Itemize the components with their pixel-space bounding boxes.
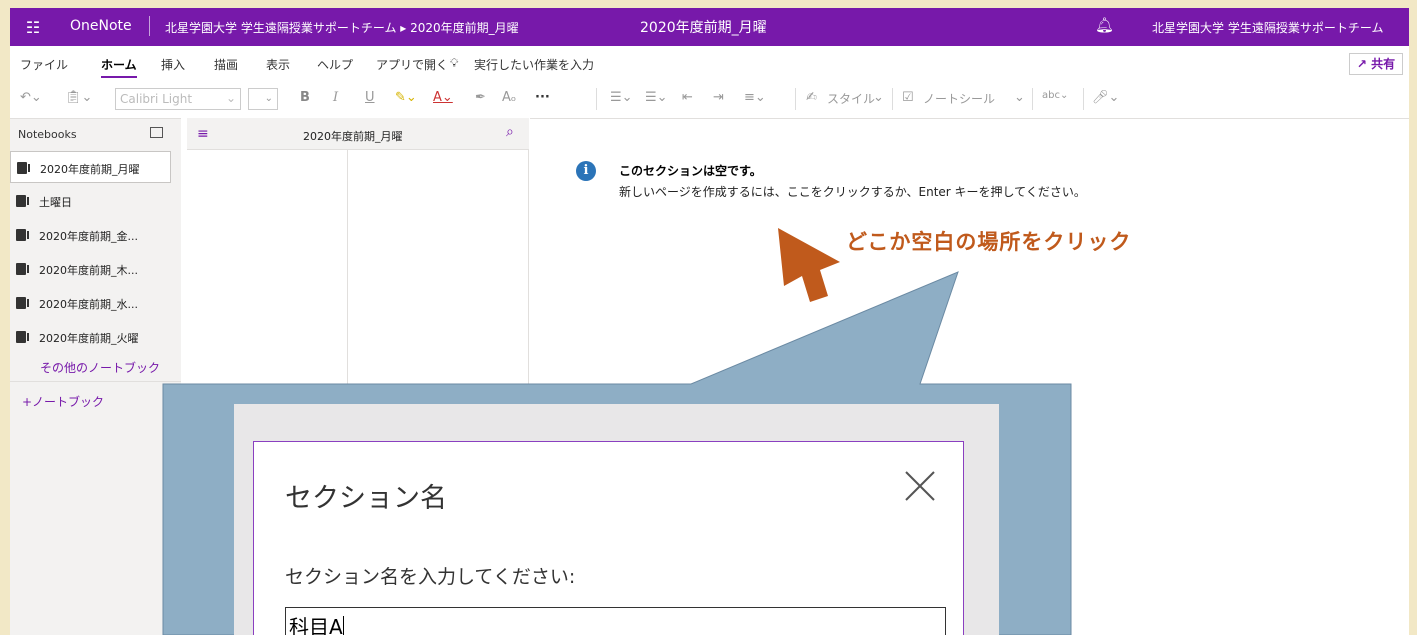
notebooks-header: Notebooks [18, 128, 77, 141]
styles-button[interactable]: スタイル [827, 90, 875, 107]
font-color-icon[interactable]: A⌄ [433, 90, 453, 105]
empty-section-title: このセクションは空です。 [619, 164, 762, 178]
more-notebooks-link[interactable]: その他のノートブック [40, 359, 160, 376]
lightbulb-icon: 💡︎ [450, 56, 459, 70]
search-icon[interactable]: ⌕ [506, 124, 514, 140]
notebook-item[interactable]: 2020年度前期_木... [10, 253, 171, 285]
tell-me-search[interactable]: 実行したい作業を入力 [474, 56, 594, 73]
collapse-pane-icon[interactable] [150, 127, 163, 138]
notebook-label: 土曜日 [39, 196, 72, 209]
align-icon[interactable]: ≡⌄ [744, 90, 766, 105]
notification-bell-icon[interactable]: 🔔︎ [1095, 16, 1114, 34]
tab-insert[interactable]: 挿入 [161, 56, 185, 73]
notebooks-pane: Notebooks 2020年度前期_月曜 土曜日 2020年度前期_金... … [10, 118, 181, 635]
user-name[interactable]: 北星学園大学 学生遠隔授業サポートチーム [1152, 19, 1383, 36]
close-icon[interactable] [902, 468, 938, 504]
clear-format-icon[interactable]: Aₒ [502, 90, 516, 105]
tab-file[interactable]: ファイル [20, 56, 68, 73]
decrease-indent-icon[interactable]: ⇤ [682, 90, 693, 105]
tab-draw[interactable]: 描画 [214, 56, 238, 73]
callout-text: どこか空白の場所をクリック [846, 230, 1132, 254]
tags-button[interactable]: ノートシール [923, 90, 995, 107]
notebook-label: 2020年度前期_月曜 [40, 163, 140, 176]
styles-icon: ✍ [806, 90, 817, 105]
share-icon: ↗ [1356, 57, 1367, 71]
document-title: 2020年度前期_月曜 [640, 20, 767, 36]
notebook-item[interactable]: 2020年度前期_月曜 [10, 151, 171, 183]
toolbar-divider [795, 88, 796, 110]
app-name[interactable]: OneNote [70, 18, 132, 34]
share-label: 共有 [1371, 57, 1396, 71]
notebook-icon [16, 297, 29, 309]
app-launcher-icon[interactable]: ☷ [24, 18, 42, 37]
dictate-icon[interactable]: 🎤︎⌄ [1092, 90, 1119, 105]
undo-icon[interactable]: ↶⌄ [20, 90, 42, 105]
highlight-icon[interactable]: ✎⌄ [395, 90, 417, 105]
section-name-value: 科目A [289, 615, 343, 635]
clipboard-icon[interactable]: 📋︎⌄ [65, 90, 92, 105]
notebook-label: 2020年度前期_金... [39, 230, 138, 243]
more-button[interactable]: ··· [535, 90, 550, 105]
notebook-icon [16, 195, 29, 207]
empty-section-message[interactable]: 新しいページを作成するには、ここをクリックするか、Enter キーを押してくださ… [619, 183, 1086, 200]
info-icon: i [576, 161, 596, 181]
chevron-down-icon: ⌄ [264, 93, 273, 104]
font-size-select[interactable]: ⌄ [248, 88, 278, 110]
font-name-select[interactable]: Calibri Light ⌄ [115, 88, 241, 110]
bold-button[interactable]: B [300, 90, 310, 105]
section-name-dialog: セクション名 セクション名を入力してください: 科目A [253, 441, 964, 635]
add-notebook-button[interactable]: +ノートブック [10, 381, 181, 410]
open-in-app-link[interactable]: アプリで開く [376, 56, 448, 73]
toolbar-divider [1032, 88, 1033, 110]
numbering-icon[interactable]: ☰⌄ [645, 90, 668, 105]
toolbar-divider [1083, 88, 1084, 110]
chevron-down-icon: ⌄ [225, 91, 236, 105]
title-bar: ☷ OneNote 北星学園大学 学生遠隔授業サポートチーム ▸ 2020年度前… [10, 8, 1409, 46]
ribbon-toolbar: ↶⌄ 📋︎⌄ Calibri Light ⌄ ⌄ B I U ✎⌄ A⌄ ✒ A… [10, 84, 1409, 114]
tab-home[interactable]: ホーム [101, 56, 137, 78]
format-painter-icon[interactable]: ✒ [475, 90, 486, 105]
italic-button[interactable]: I [333, 90, 338, 105]
notebook-item[interactable]: 土曜日 [10, 185, 171, 217]
spelling-icon[interactable]: abc⌄ [1042, 90, 1068, 101]
menu-icon[interactable]: ≡ [197, 126, 209, 142]
bullets-icon[interactable]: ☰⌄ [610, 90, 633, 105]
section-list-header: ≡ 2020年度前期_月曜 ⌕ [187, 118, 529, 150]
toolbar-divider [596, 88, 597, 110]
underline-button[interactable]: U [365, 90, 375, 105]
tab-view[interactable]: 表示 [266, 56, 290, 73]
notebook-label: 2020年度前期_木... [39, 264, 138, 277]
section-list-title: 2020年度前期_月曜 [303, 130, 403, 143]
section-name-input[interactable]: 科目A [285, 607, 946, 635]
notebook-icon [16, 229, 29, 241]
notebook-label: 2020年度前期_火曜 [39, 332, 139, 345]
ribbon-tabs: ファイル ホーム 挿入 描画 表示 ヘルプ アプリで開く 💡︎ 実行したい作業を… [10, 52, 1409, 78]
toolbar-divider [892, 88, 893, 110]
share-button[interactable]: ↗ 共有 [1349, 53, 1403, 75]
tab-help[interactable]: ヘルプ [317, 56, 353, 73]
notebook-label: 2020年度前期_水... [39, 298, 138, 311]
notebook-item[interactable]: 2020年度前期_水... [10, 287, 171, 319]
notebook-icon [16, 263, 29, 275]
text-caret [342, 616, 344, 635]
chevron-down-icon[interactable]: ⌄ [1014, 90, 1025, 105]
chevron-down-icon[interactable]: ⌄ [873, 90, 884, 105]
increase-indent-icon[interactable]: ⇥ [713, 90, 724, 105]
notebook-item[interactable]: 2020年度前期_金... [10, 219, 171, 251]
tag-icon: ☑ [902, 90, 914, 105]
notebook-icon [17, 162, 30, 174]
breadcrumb[interactable]: 北星学園大学 学生遠隔授業サポートチーム ▸ 2020年度前期_月曜 [165, 19, 519, 36]
title-divider [149, 16, 150, 36]
notebook-item[interactable]: 2020年度前期_火曜 [10, 321, 171, 353]
section-name-label: セクション名を入力してください: [285, 566, 576, 588]
dialog-title: セクション名 [285, 483, 447, 514]
font-name-value: Calibri Light [120, 92, 193, 106]
notebook-icon [16, 331, 29, 343]
